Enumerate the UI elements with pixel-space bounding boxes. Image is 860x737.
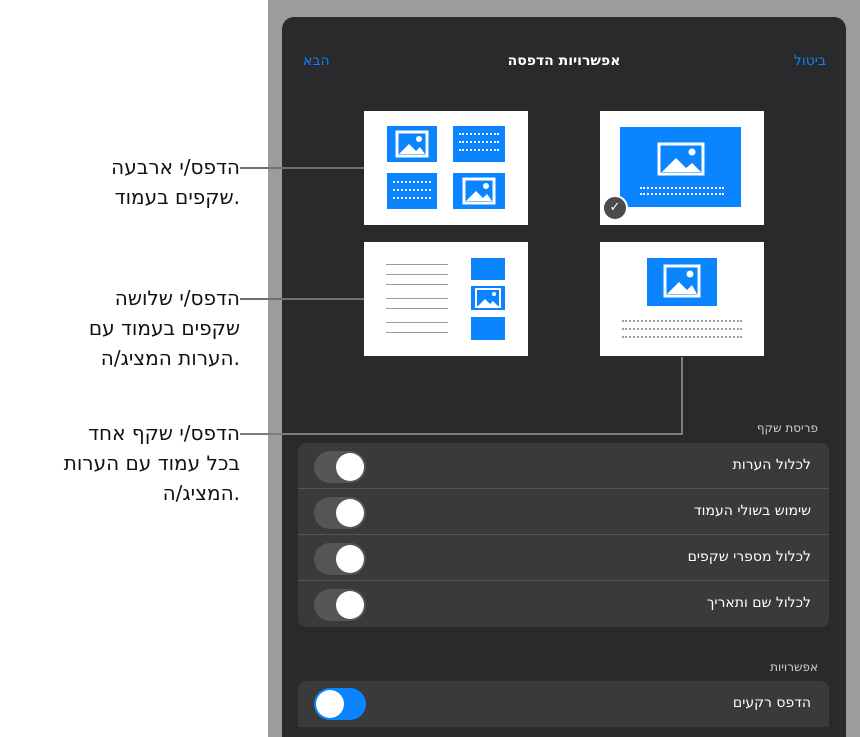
callout-text: המציג/ה. — [162, 481, 240, 505]
note-dots — [622, 336, 742, 338]
page-margins-toggle[interactable] — [314, 497, 366, 529]
print-backgrounds-toggle[interactable] — [314, 688, 366, 720]
note-line — [386, 332, 448, 333]
slide-numbers-toggle[interactable] — [314, 543, 366, 575]
cancel-button[interactable]: ביטול — [794, 53, 826, 69]
option-row-print-backgrounds: הדפס רקעים — [298, 681, 829, 727]
page-title: אפשרויות הדפסה — [507, 53, 621, 69]
image-icon — [647, 258, 717, 306]
note-line — [386, 308, 448, 309]
section-label-options: אפשרויות — [770, 660, 818, 674]
option-row-include-notes: לכלול הערות — [298, 443, 829, 489]
include-notes-toggle[interactable] — [314, 451, 366, 483]
callout-text: הערות המציג/ה. — [100, 346, 240, 370]
note-line — [386, 274, 448, 275]
option-label: לכלול הערות — [732, 457, 811, 473]
slide-preview — [471, 317, 505, 340]
callout-three-slides: הדפס/י שלושה שקפים בעמוד עם הערות המציג/… — [0, 283, 240, 373]
option-label: לכלול מספרי שקפים — [687, 549, 811, 565]
toggle-knob — [336, 499, 364, 527]
slide-preview — [471, 258, 505, 280]
print-options-group: הדפס רקעים — [298, 681, 829, 727]
layout-one-slide[interactable]: ✓ — [600, 111, 764, 225]
option-label: הדפס רקעים — [732, 695, 811, 711]
checkmark-icon: ✓ — [602, 195, 628, 221]
text-dots — [393, 197, 431, 199]
callout-line — [240, 298, 364, 300]
option-label: שימוש בשולי העמוד — [694, 503, 811, 519]
callout-connector — [681, 357, 683, 435]
toggle-knob — [336, 545, 364, 573]
section-label-layout: פריסת שקף — [756, 421, 818, 435]
text-dots — [459, 141, 499, 143]
callout-connector — [240, 433, 683, 435]
note-line — [386, 284, 448, 285]
layout-one-slide-notes[interactable] — [600, 242, 764, 356]
callout-text: הדפס/י שקף אחד — [88, 421, 240, 445]
layout-four-slides[interactable] — [364, 111, 528, 225]
note-dots — [622, 328, 742, 330]
option-label: לכלול שם ותאריך — [706, 595, 811, 611]
callout-text: הדפס/י ארבעה — [111, 155, 240, 179]
toggle-knob — [336, 591, 364, 619]
next-button[interactable]: הבא — [303, 53, 330, 69]
caption-dots — [640, 187, 724, 189]
option-row-page-margins: שימוש בשולי העמוד — [298, 489, 829, 535]
text-dots — [459, 149, 499, 151]
text-dots — [393, 181, 431, 183]
layout-options-group: לכלול הערות שימוש בשולי העמוד לכלול מספר… — [298, 443, 829, 627]
callout-one-slide: הדפס/י שקף אחד בכל עמוד עם הערות המציג/ה… — [0, 418, 240, 508]
image-icon — [453, 173, 505, 209]
text-dots — [459, 133, 499, 135]
note-dots — [622, 320, 742, 322]
slide-preview — [387, 173, 437, 209]
callout-text: שקפים בעמוד. — [114, 185, 240, 209]
toggle-knob — [336, 453, 364, 481]
text-dots — [393, 189, 431, 191]
caption-dots — [640, 193, 724, 195]
callout-line — [240, 167, 364, 169]
toggle-knob — [316, 690, 344, 718]
callout-text: בכל עמוד עם הערות — [63, 451, 240, 475]
note-line — [386, 322, 448, 323]
layout-three-slides-notes[interactable] — [364, 242, 528, 356]
option-row-slide-numbers: לכלול מספרי שקפים — [298, 535, 829, 581]
callout-text: שקפים בעמוד עם — [88, 316, 240, 340]
callout-text: הדפס/י שלושה — [114, 286, 240, 310]
image-icon — [656, 141, 706, 177]
note-line — [386, 264, 448, 265]
image-icon — [471, 286, 505, 310]
callout-four-slides: הדפס/י ארבעה שקפים בעמוד. — [0, 152, 240, 212]
option-row-name-date: לכלול שם ותאריך — [298, 581, 829, 627]
name-date-toggle[interactable] — [314, 589, 366, 621]
image-icon — [387, 126, 437, 162]
note-line — [386, 298, 448, 299]
slide-preview — [453, 126, 505, 162]
